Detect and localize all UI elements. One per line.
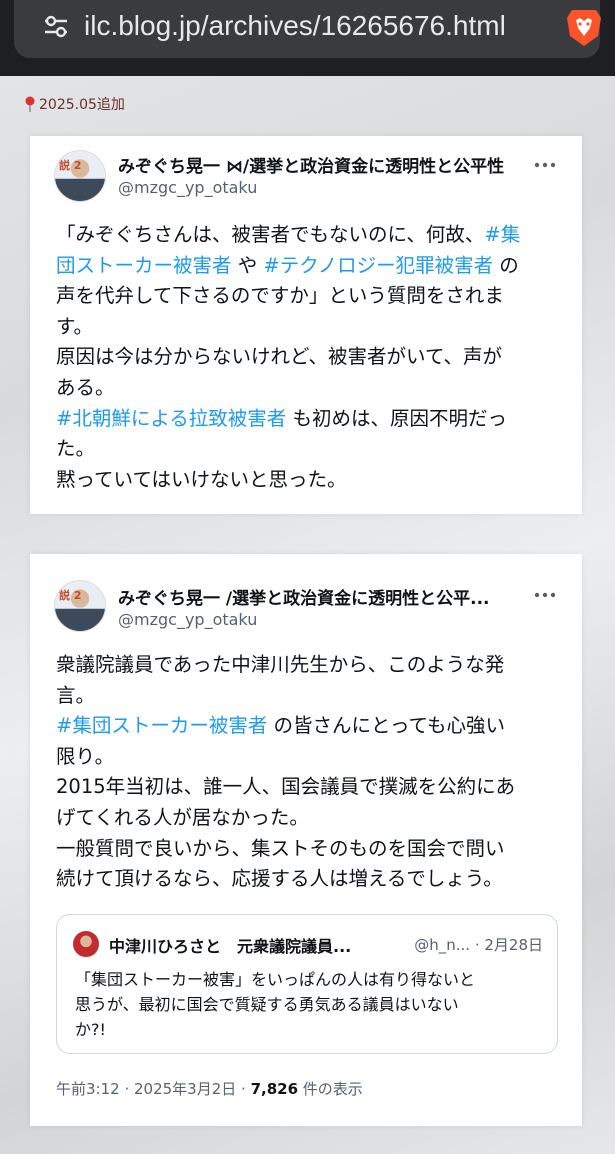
tweet-text-segment: の [493, 253, 519, 277]
hashtag-link[interactable]: #集 [484, 223, 520, 246]
avatar[interactable]: 説 2 [54, 580, 106, 632]
tweet-timestamp[interactable]: 午前3:12 · 2025年3月2日 · [56, 1080, 251, 1098]
tweet-text-segment: 言。 [56, 683, 96, 707]
more-horizontal-icon[interactable] [534, 162, 556, 168]
author-handle[interactable]: @mzgc_yp_otaku [118, 178, 257, 197]
quote-meta: @h_n... · 2月28日 [414, 936, 543, 954]
quote-line: か?! [75, 1020, 106, 1039]
quote-line: 思うが、最初に国会で質疑する勇気ある議員はいない [75, 995, 459, 1014]
author-name[interactable]: みぞぐち晃一 /選挙と政治資金に透明性と公平... [118, 584, 538, 609]
author-name[interactable]: みぞぐち晃一 ⋈/選挙と政治資金に透明性と公平性 [118, 152, 538, 177]
tweet-text-segment: も初めは、原因不明だっ [286, 406, 507, 430]
tweet-line: #北朝鮮による拉致被害者 も初めは、原因不明だっ [56, 404, 566, 435]
hashtag-link[interactable]: #集団ストーカー被害者 [56, 714, 267, 737]
tweet-line: 言。 [56, 681, 566, 712]
tweet-line: 限り。 [56, 742, 566, 773]
address-bar[interactable]: ilc.blog.jp/archives/16265676.html [14, 0, 600, 58]
brave-lion-icon[interactable] [564, 6, 604, 48]
view-count-suffix: 件の表示 [298, 1080, 363, 1098]
quote-line: 「集団ストーカー被害」をいっぱんの人は有り得ないと [75, 970, 476, 989]
avatar[interactable]: 説 2 [54, 150, 106, 202]
quote-text: 「集団ストーカー被害」をいっぱんの人は有り得ないと 思うが、最初に国会で質疑する… [75, 967, 545, 1042]
avatar-tag: 説 2 [59, 159, 82, 172]
browser-toolbar: ilc.blog.jp/archives/16265676.html [0, 0, 615, 76]
tweet-line: 続けて頂けるなら、応援する人は増えるでしょう。 [56, 864, 566, 895]
added-note: 2025.05追加 [24, 94, 125, 114]
tweet-text: 「みぞぐちさんは、被害者でもないのに、何故、#集 団ストーカー被害者 や #テクノ… [56, 220, 566, 495]
tweet-line: 2015年当初は、誰一人、国会議員で撲滅を公約にあ [56, 772, 566, 803]
tweet-line: 声を代弁して下さるのですか」という質問をされま [56, 281, 566, 312]
hashtag-link[interactable]: #テクノロジー犯罪被害者 [263, 254, 493, 277]
tweet-text-segment: 声を代弁して下さるのですか」という質問をされま [56, 284, 504, 308]
tweet-text: 衆議院議員であった中津川先生から、このような発 言。 #集団ストーカー被害者 の皆さ… [56, 650, 566, 895]
added-note-text: 2025.05追加 [39, 97, 125, 113]
more-horizontal-icon[interactable] [534, 592, 556, 598]
quoted-tweet[interactable]: 中津川ひろさと 元衆議院議員... @h_n... · 2月28日 「集団ストー… [56, 914, 558, 1054]
tweet-line: た。 [56, 434, 566, 465]
tweet-text-segment: や [231, 253, 264, 277]
tweet-line: す。 [56, 312, 566, 343]
pin-icon [25, 96, 35, 112]
quote-author-name[interactable]: 中津川ひろさと 元衆議院議員... [109, 933, 351, 957]
tweet-meta: 午前3:12 · 2025年3月2日 · 7,826 件の表示 [56, 1078, 363, 1099]
tweet-text-segment: 黙っていてはいけないと思った。 [56, 467, 347, 491]
tweet-text-segment: ある。 [56, 375, 115, 399]
tweet-line: げてくれる人が居なかった。 [56, 803, 566, 834]
tweet-line: ある。 [56, 373, 566, 404]
view-count: 7,826 [250, 1080, 299, 1098]
tweet-line: 原因は今は分からないけれど、被害者がいて、声が [56, 342, 566, 373]
tweet-line: 団ストーカー被害者 や #テクノロジー犯罪被害者 の [56, 251, 566, 282]
tweet-text-segment: た。 [56, 437, 96, 461]
tweet-line: 黙っていてはいけないと思った。 [56, 465, 566, 496]
tweet-text-segment: 続けて頂けるなら、応援する人は増えるでしょう。 [56, 867, 503, 891]
tweet-text-segment: 一般質問で良いから、集ストそのものを国会で問い [56, 836, 505, 860]
tune-icon[interactable] [42, 12, 70, 40]
quote-avatar[interactable] [73, 931, 99, 957]
tweet-text-segment: 「みぞぐちさんは、被害者でもないのに、何故、 [56, 223, 485, 246]
tweet-line: 衆議院議員であった中津川先生から、このような発 [56, 650, 566, 681]
hashtag-link[interactable]: #北朝鮮による拉致被害者 [56, 407, 286, 430]
tweet-text-segment: 衆議院議員であった中津川先生から、このような発 [56, 653, 505, 676]
tweet-text-segment: 限り。 [56, 744, 115, 768]
tweet-text-segment: げてくれる人が居なかった。 [56, 805, 309, 829]
tweet-card-1[interactable]: 説 2 みぞぐち晃一 ⋈/選挙と政治資金に透明性と公平性 @mzgc_yp_ot… [30, 136, 582, 514]
tweet-text-segment: 2015年当初は、誰一人、国会議員で撲滅を公約にあ [56, 775, 516, 799]
author-handle[interactable]: @mzgc_yp_otaku [118, 610, 257, 629]
avatar-tag: 説 2 [59, 589, 82, 602]
tweet-line: 一般質問で良いから、集ストそのものを国会で問い [56, 834, 566, 865]
tweet-card-2[interactable]: 説 2 みぞぐち晃一 /選挙と政治資金に透明性と公平... @mzgc_yp_o… [30, 554, 582, 1126]
tweet-text-segment: の皆さんにとっても心強い [267, 714, 506, 738]
url-text[interactable]: ilc.blog.jp/archives/16265676.html [84, 10, 506, 42]
tweet-text-segment: す。 [56, 314, 94, 338]
tweet-text-segment: 原因は今は分からないけれど、被害者がいて、声が [56, 345, 502, 369]
hashtag-link[interactable]: 団ストーカー被害者 [56, 254, 232, 277]
tweet-line: #集団ストーカー被害者 の皆さんにとっても心強い [56, 711, 566, 742]
tweet-line: 「みぞぐちさんは、被害者でもないのに、何故、#集 [56, 220, 566, 251]
